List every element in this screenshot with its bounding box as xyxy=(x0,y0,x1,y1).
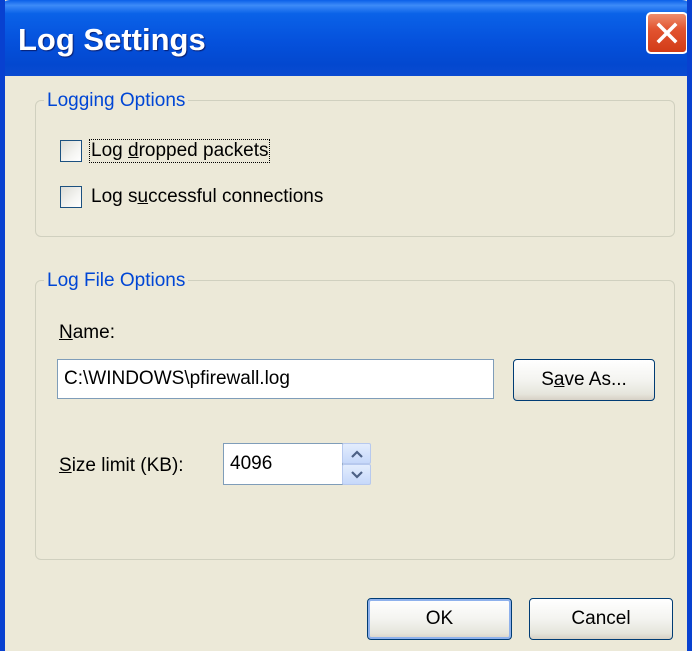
size-limit-label: Size limit (KB): xyxy=(59,455,184,476)
log-file-options-legend: Log File Options xyxy=(44,270,189,292)
chevron-up-icon xyxy=(351,450,363,458)
ok-button[interactable]: OK xyxy=(367,598,512,640)
logging-options-group: Logging Options xyxy=(35,90,675,237)
log-successful-connections-checkbox[interactable]: Log successful connections xyxy=(60,186,324,208)
chevron-down-icon xyxy=(351,471,363,479)
spin-up-button[interactable] xyxy=(342,443,371,464)
window-title: Log Settings xyxy=(18,22,206,57)
title-bar[interactable]: Log Settings xyxy=(5,0,687,76)
log-file-name-input[interactable] xyxy=(57,359,494,399)
name-label: Name: xyxy=(59,322,115,343)
checkbox-box[interactable] xyxy=(60,186,82,208)
log-dropped-packets-label: Log dropped packets xyxy=(88,139,271,163)
checkbox-box[interactable] xyxy=(60,140,82,162)
size-limit-input[interactable] xyxy=(223,443,343,485)
spin-down-button[interactable] xyxy=(342,464,371,485)
save-as-button[interactable]: Sa ve As... xyxy=(513,359,655,401)
log-settings-dialog: Log Settings Logging Options Log dropped… xyxy=(0,0,692,651)
log-successful-connections-label: Log successful connections xyxy=(91,186,324,207)
logging-options-legend: Logging Options xyxy=(44,90,189,112)
log-dropped-packets-checkbox[interactable]: Log dropped packets xyxy=(60,139,271,163)
close-button[interactable] xyxy=(646,12,687,54)
log-file-options-group: Log File Options xyxy=(35,270,675,560)
close-icon xyxy=(656,22,678,44)
size-limit-spinner xyxy=(342,443,371,485)
cancel-button[interactable]: Cancel xyxy=(529,598,673,640)
